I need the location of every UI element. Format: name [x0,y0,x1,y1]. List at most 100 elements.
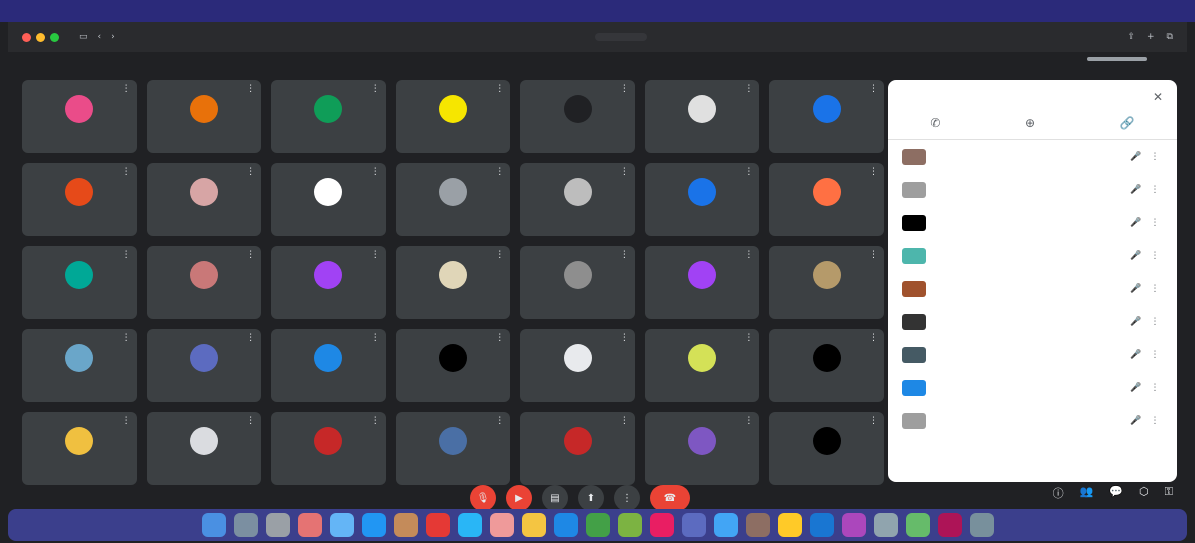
forward-icon[interactable]: › [111,32,115,42]
mic-muted-icon[interactable]: 🎤 [1125,317,1147,327]
dock-app-icon[interactable] [489,513,514,537]
participant-tile[interactable]: ⋮ [520,329,635,402]
dock-app-icon[interactable] [233,513,258,537]
close-icon[interactable]: ✕ [1153,90,1163,104]
person-row[interactable]: 🎤 ⋮ [888,404,1177,437]
tile-menu-icon[interactable]: ⋮ [869,416,878,426]
participant-tile[interactable]: ⋮ [395,246,511,319]
tile-menu-icon[interactable]: ⋮ [246,250,255,260]
participant-tile[interactable]: ⋮ [769,329,884,402]
mic-muted-icon[interactable]: 🎤 [1125,350,1147,360]
camera-off-button[interactable]: ▶ [506,485,532,511]
present-button[interactable]: ⬆ [578,485,604,511]
activities-icon[interactable]: ⬡ [1139,485,1149,501]
participant-tile[interactable]: ⋮ [22,80,137,153]
person-row[interactable]: 🎤 ⋮ [888,272,1177,305]
participant-tile[interactable]: ⋮ [644,163,760,236]
tile-menu-icon[interactable]: ⋮ [122,333,131,343]
dock-app-icon[interactable] [361,513,386,537]
tile-menu-icon[interactable]: ⋮ [869,167,878,177]
back-icon[interactable]: ‹ [98,32,102,42]
people-action-button[interactable]: ✆ [930,116,940,133]
participant-tile[interactable]: ⋮ [395,329,511,402]
dock-app-icon[interactable] [201,513,226,537]
tile-menu-icon[interactable]: ⋮ [744,84,753,94]
dock-app-icon[interactable] [713,513,738,537]
dock-app-icon[interactable] [841,513,866,537]
participant-tile[interactable]: ⋮ [146,80,262,153]
participant-tile[interactable]: ⋮ [520,412,635,485]
minimize-window-button[interactable] [36,32,45,42]
dock-app-icon[interactable] [457,513,482,537]
mic-muted-icon[interactable]: 🎤 [1125,383,1147,393]
person-row[interactable]: 🎤 ⋮ [888,173,1177,206]
tile-menu-icon[interactable]: ⋮ [122,167,131,177]
person-row[interactable]: 🎤 ⋮ [888,338,1177,371]
tile-menu-icon[interactable]: ⋮ [620,250,629,260]
dock-app-icon[interactable] [425,513,450,537]
sidebar-icon[interactable]: ▭ [79,32,88,42]
dock-app-icon[interactable] [905,513,930,537]
participant-tile[interactable]: ⋮ [22,246,137,319]
dock-app-icon[interactable] [393,513,418,537]
more-options-icon[interactable]: ⋮ [1147,284,1163,294]
zoom-window-button[interactable] [50,32,59,42]
tile-menu-icon[interactable]: ⋮ [371,333,380,343]
participant-tile[interactable]: ⋮ [22,329,137,402]
dock-app-icon[interactable] [681,513,706,537]
participant-tile[interactable]: ⋮ [520,80,635,153]
tile-menu-icon[interactable]: ⋮ [122,250,131,260]
mic-muted-icon[interactable]: 🎤 [1125,152,1147,162]
participant-tile[interactable]: ⋮ [395,412,511,485]
address-bar[interactable] [595,33,648,41]
tile-menu-icon[interactable]: ⋮ [495,167,504,177]
tile-menu-icon[interactable]: ⋮ [122,416,131,426]
participant-tile[interactable]: ⋮ [146,163,262,236]
mic-muted-icon[interactable]: 🎤 [1125,251,1147,261]
person-row[interactable]: 🎤 ⋮ [888,371,1177,404]
tile-menu-icon[interactable]: ⋮ [495,333,504,343]
dock-app-icon[interactable] [873,513,898,537]
tile-menu-icon[interactable]: ⋮ [620,416,629,426]
tile-menu-icon[interactable]: ⋮ [744,416,753,426]
tile-menu-icon[interactable]: ⋮ [620,167,629,177]
dock-app-icon[interactable] [617,513,642,537]
captions-button[interactable]: ▤ [542,485,568,511]
tile-menu-icon[interactable]: ⋮ [495,250,504,260]
participant-tile[interactable]: ⋮ [22,163,137,236]
more-options-icon[interactable]: ⋮ [1147,416,1163,426]
participant-tile[interactable]: ⋮ [769,412,884,485]
dock-app-icon[interactable] [585,513,610,537]
tile-menu-icon[interactable]: ⋮ [246,167,255,177]
dock-app-icon[interactable] [745,513,770,537]
participant-tile[interactable]: ⋮ [271,80,386,153]
dock-app-icon[interactable] [521,513,546,537]
people-action-button[interactable]: 🔗 [1120,116,1135,133]
tile-menu-icon[interactable]: ⋮ [869,84,878,94]
participant-tile[interactable]: ⋮ [644,412,760,485]
tile-menu-icon[interactable]: ⋮ [246,84,255,94]
chat-icon[interactable]: 💬 [1109,485,1123,501]
new-tab-icon[interactable]: + [1147,32,1155,42]
info-icon[interactable]: ⓘ [1053,485,1064,501]
tile-menu-icon[interactable]: ⋮ [371,416,380,426]
dock-app-icon[interactable] [969,513,994,537]
people-action-button[interactable]: ⊕ [1025,116,1035,133]
participant-tile[interactable]: ⋮ [271,246,386,319]
participant-tile[interactable]: ⋮ [769,163,884,236]
tile-menu-icon[interactable]: ⋮ [495,416,504,426]
tile-menu-icon[interactable]: ⋮ [246,333,255,343]
participant-tile[interactable]: ⋮ [271,163,386,236]
tile-menu-icon[interactable]: ⋮ [246,416,255,426]
share-icon[interactable]: ⇪ [1127,32,1135,42]
dock-app-icon[interactable] [809,513,834,537]
person-row[interactable]: 🎤 ⋮ [888,206,1177,239]
mic-off-button[interactable]: 🎙 [470,485,496,511]
more-options-icon[interactable]: ⋮ [1147,185,1163,195]
dock-app-icon[interactable] [297,513,322,537]
tile-menu-icon[interactable]: ⋮ [122,84,131,94]
person-row[interactable]: 🎤 ⋮ [888,140,1177,173]
mic-muted-icon[interactable]: 🎤 [1125,185,1147,195]
participant-tile[interactable]: ⋮ [644,329,760,402]
tile-menu-icon[interactable]: ⋮ [869,333,878,343]
